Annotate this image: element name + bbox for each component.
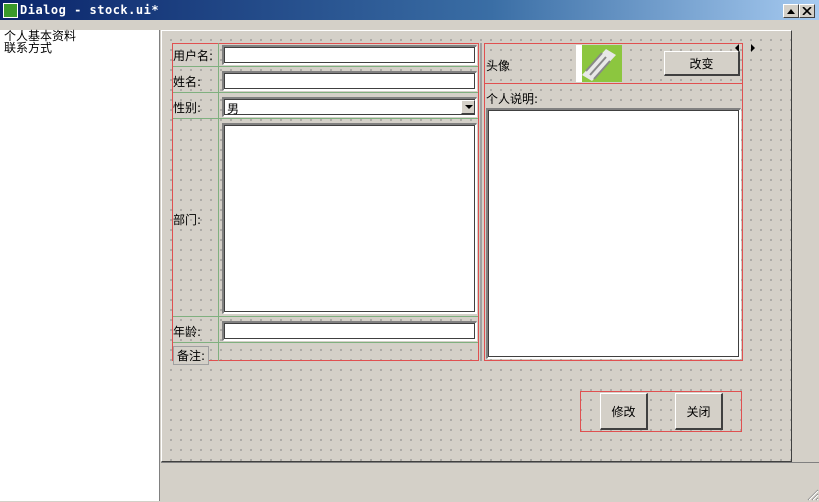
username-input[interactable]: [222, 45, 477, 65]
chevron-down-icon[interactable]: [461, 100, 475, 114]
gender-select[interactable]: 男: [222, 97, 477, 117]
grid-divider: [173, 66, 478, 67]
avatar-image-icon: [576, 45, 622, 82]
grid-divider: [173, 92, 478, 93]
gender-value: 男: [227, 102, 240, 116]
description-label: 个人说明:: [486, 92, 539, 106]
close-icon: [802, 7, 812, 15]
minimize-button[interactable]: [783, 4, 799, 18]
description-text-area[interactable]: [486, 108, 741, 359]
change-avatar-button[interactable]: 改变: [664, 51, 740, 76]
category-list[interactable]: 个人基本资料 联系方式: [0, 30, 160, 501]
grid-divider: [173, 316, 478, 317]
list-item-contact[interactable]: 联系方式: [0, 42, 159, 54]
department-label: 部门:: [173, 213, 202, 227]
title-bar[interactable]: Dialog - stock.ui*: [0, 0, 819, 20]
form-canvas[interactable]: 用户名: 姓名: 性别: 男 部门: 年龄: 备注: 头像 改变 个人说明: 修…: [161, 30, 792, 462]
window-title: Dialog - stock.ui*: [20, 3, 160, 17]
grid-divider: [218, 43, 219, 361]
minimize-icon: [787, 9, 795, 14]
tab-scroll-arrows-icon[interactable]: [735, 43, 757, 53]
resize-grip-icon[interactable]: [805, 487, 819, 501]
avatar: [576, 45, 622, 82]
age-input[interactable]: [222, 321, 477, 341]
realname-input[interactable]: [222, 71, 477, 91]
age-label: 年龄:: [173, 325, 202, 339]
close-dialog-button[interactable]: 关闭: [675, 393, 723, 430]
department-text-area[interactable]: [222, 123, 477, 314]
username-label: 用户名:: [173, 49, 214, 63]
grid-divider: [173, 342, 478, 343]
note-label: 备注:: [173, 346, 210, 365]
app-icon: [3, 3, 18, 18]
grid-divider: [173, 118, 478, 119]
avatar-label: 头像: [486, 59, 511, 73]
gender-label: 性别:: [173, 101, 202, 115]
realname-label: 姓名:: [173, 75, 202, 89]
status-strip: [161, 462, 819, 502]
modify-button[interactable]: 修改: [600, 393, 648, 430]
splitter[interactable]: [480, 43, 482, 361]
close-button[interactable]: [799, 4, 815, 18]
